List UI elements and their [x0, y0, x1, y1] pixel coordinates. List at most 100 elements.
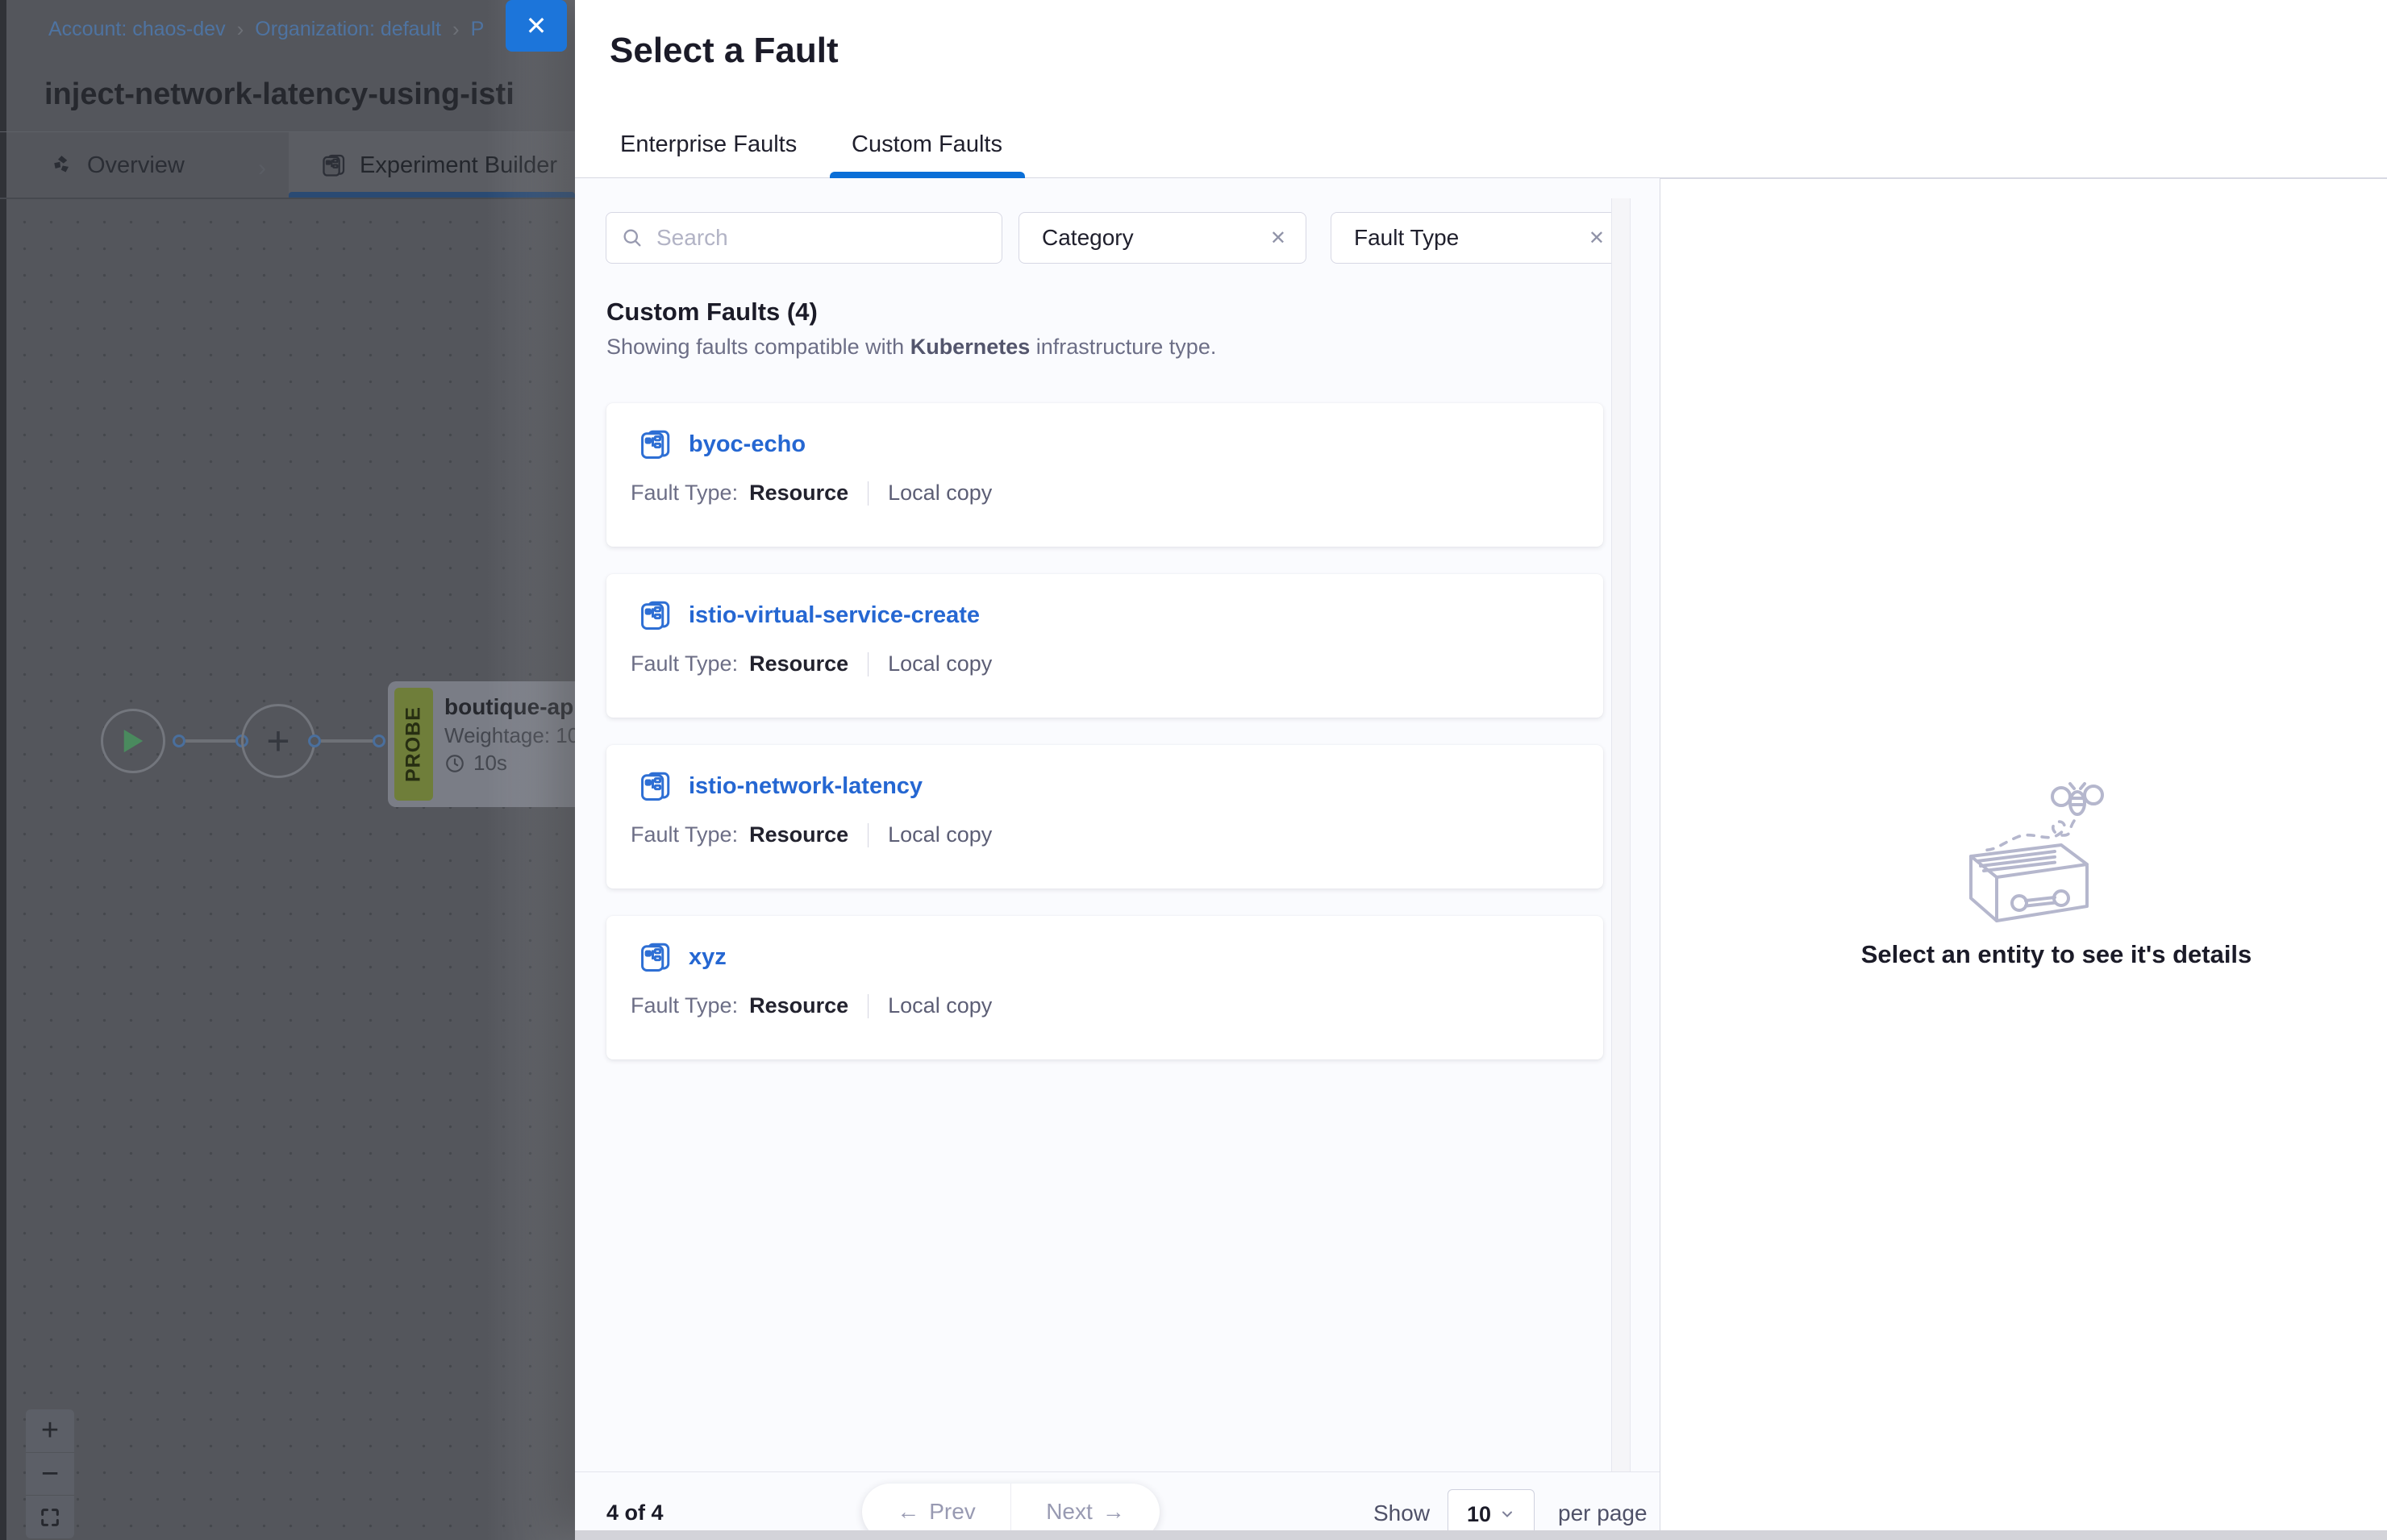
fault-type-label: Fault Type:: [631, 481, 738, 506]
plus-icon: +: [266, 718, 290, 764]
start-node[interactable]: [101, 709, 165, 773]
fault-icon: [639, 940, 673, 974]
fault-icon: [639, 427, 673, 461]
connector-line: [321, 739, 373, 743]
chevron-down-icon: [1499, 1506, 1515, 1522]
next-button-label: Next: [1046, 1499, 1093, 1525]
category-filter[interactable]: Category ✕: [1019, 212, 1306, 264]
nav-edge-strip: [0, 0, 6, 1540]
tab-custom-faults-label: Custom Faults: [852, 131, 1002, 158]
modal-close-button[interactable]: ✕: [506, 0, 567, 52]
local-copy-label: Local copy: [888, 651, 992, 676]
fault-meta: Fault Type: Resource Local copy: [631, 993, 992, 1018]
page-title: inject-network-latency-using-isti: [44, 77, 514, 112]
local-copy-label: Local copy: [888, 822, 992, 847]
fault-details-panel: Select an entity to see it's details: [1660, 178, 2387, 1540]
per-page-label: per page: [1558, 1500, 1648, 1526]
tab-overview[interactable]: Overview: [50, 148, 185, 182]
tab-overview-label: Overview: [87, 152, 185, 179]
fault-type-value: Resource: [749, 993, 848, 1018]
list-bottom-border: [575, 1471, 1660, 1472]
scrollbar[interactable]: [1611, 198, 1631, 1471]
tab-enterprise-faults[interactable]: Enterprise Faults: [620, 127, 797, 161]
search-icon: [621, 227, 644, 249]
fault-meta: Fault Type: Resource Local copy: [631, 651, 992, 676]
page-size-value: 10: [1467, 1502, 1491, 1527]
breadcrumb-account-link[interactable]: Account: chaos-dev: [48, 18, 226, 41]
fault-name-link[interactable]: byoc-echo: [689, 431, 806, 458]
select-fault-modal: Select a Fault Enterprise Faults Custom …: [575, 0, 2387, 1540]
fault-icon: [321, 152, 347, 178]
zoom-out-button[interactable]: −: [26, 1453, 74, 1496]
active-tab-underline: [830, 172, 1025, 178]
fault-type-value: Resource: [749, 822, 848, 847]
fault-name-link[interactable]: istio-network-latency: [689, 773, 923, 800]
list-subtitle: Showing faults compatible with Kubernete…: [606, 335, 1216, 360]
local-copy-label: Local copy: [888, 481, 992, 506]
fault-list-panel: Category ✕ Fault Type ✕ Custom Faults (4…: [575, 178, 1660, 1540]
chevron-right-icon: ›: [258, 155, 266, 182]
fault-type-value: Resource: [749, 481, 848, 506]
fault-type-filter[interactable]: Fault Type ✕: [1331, 212, 1625, 264]
meta-divider: [868, 823, 869, 847]
tab-custom-faults[interactable]: Custom Faults: [852, 127, 1002, 161]
canvas-zoom-controls: + −: [26, 1409, 74, 1538]
breadcrumb-project-link[interactable]: P: [471, 18, 485, 41]
zoom-in-icon: +: [41, 1413, 59, 1448]
arrow-left-icon: ←: [897, 1499, 919, 1525]
chevron-right-icon: ›: [237, 17, 244, 42]
connector-port[interactable]: [373, 735, 385, 747]
fault-card[interactable]: istio-virtual-service-create Fault Type:…: [606, 574, 1603, 718]
fault-card[interactable]: byoc-echo Fault Type: Resource Local cop…: [606, 403, 1603, 547]
breadcrumb: Account: chaos-dev › Organization: defau…: [48, 16, 484, 42]
meta-divider: [868, 481, 869, 506]
fault-name-link[interactable]: istio-virtual-service-create: [689, 602, 980, 629]
connector-line: [185, 739, 235, 743]
meta-divider: [868, 994, 869, 1018]
breadcrumb-organization-link[interactable]: Organization: default: [255, 18, 441, 41]
search-box: [606, 212, 1002, 264]
fault-type-filter-label: Fault Type: [1354, 225, 1459, 251]
clear-fault-type-filter-icon[interactable]: ✕: [1589, 227, 1605, 250]
horizontal-scrollbar[interactable]: [575, 1530, 2387, 1540]
fault-icon: [639, 598, 673, 632]
add-step-button[interactable]: +: [241, 704, 315, 778]
fault-name-link[interactable]: xyz: [689, 944, 727, 971]
zoom-out-icon: −: [41, 1457, 59, 1492]
fault-type-label: Fault Type:: [631, 993, 738, 1018]
meta-divider: [868, 652, 869, 676]
chevron-right-icon: ›: [452, 17, 460, 42]
chaos-module-icon: [50, 153, 74, 177]
modal-title: Select a Fault: [610, 31, 839, 71]
modal-edge-glow: [486, 0, 575, 1540]
fault-card[interactable]: xyz Fault Type: Resource Local copy: [606, 916, 1603, 1059]
empty-state-text: Select an entity to see it's details: [1660, 940, 2387, 969]
app-window: Account: chaos-dev › Organization: defau…: [0, 0, 2387, 1540]
empty-state-illustration: [1948, 779, 2166, 936]
zoom-in-button[interactable]: +: [26, 1409, 74, 1453]
fullscreen-icon: [39, 1506, 61, 1529]
show-label: Show: [1373, 1500, 1430, 1526]
pagination-count: 4 of 4: [606, 1500, 664, 1525]
fault-card[interactable]: istio-network-latency Fault Type: Resour…: [606, 745, 1603, 889]
category-filter-label: Category: [1042, 225, 1134, 251]
fault-icon: [639, 769, 673, 803]
modal-header: Select a Fault Enterprise Faults Custom …: [575, 0, 2387, 178]
connector-port[interactable]: [173, 735, 185, 747]
clock-icon: [444, 753, 465, 774]
close-icon: ✕: [526, 10, 548, 41]
local-copy-label: Local copy: [888, 993, 992, 1018]
probe-badge: PROBE: [394, 688, 433, 801]
play-icon: [121, 727, 145, 755]
subtitle-prefix: Showing faults compatible with: [606, 335, 910, 359]
fault-type-label: Fault Type:: [631, 822, 738, 847]
connector-port[interactable]: [308, 735, 321, 747]
arrow-right-icon: →: [1102, 1499, 1125, 1525]
tab-enterprise-faults-label: Enterprise Faults: [620, 131, 797, 158]
search-input[interactable]: [655, 224, 987, 252]
clear-category-filter-icon[interactable]: ✕: [1270, 227, 1286, 250]
fit-to-screen-button[interactable]: [26, 1496, 74, 1538]
fault-meta: Fault Type: Resource Local copy: [631, 822, 992, 847]
fault-meta: Fault Type: Resource Local copy: [631, 481, 992, 506]
fault-type-value: Resource: [749, 651, 848, 676]
